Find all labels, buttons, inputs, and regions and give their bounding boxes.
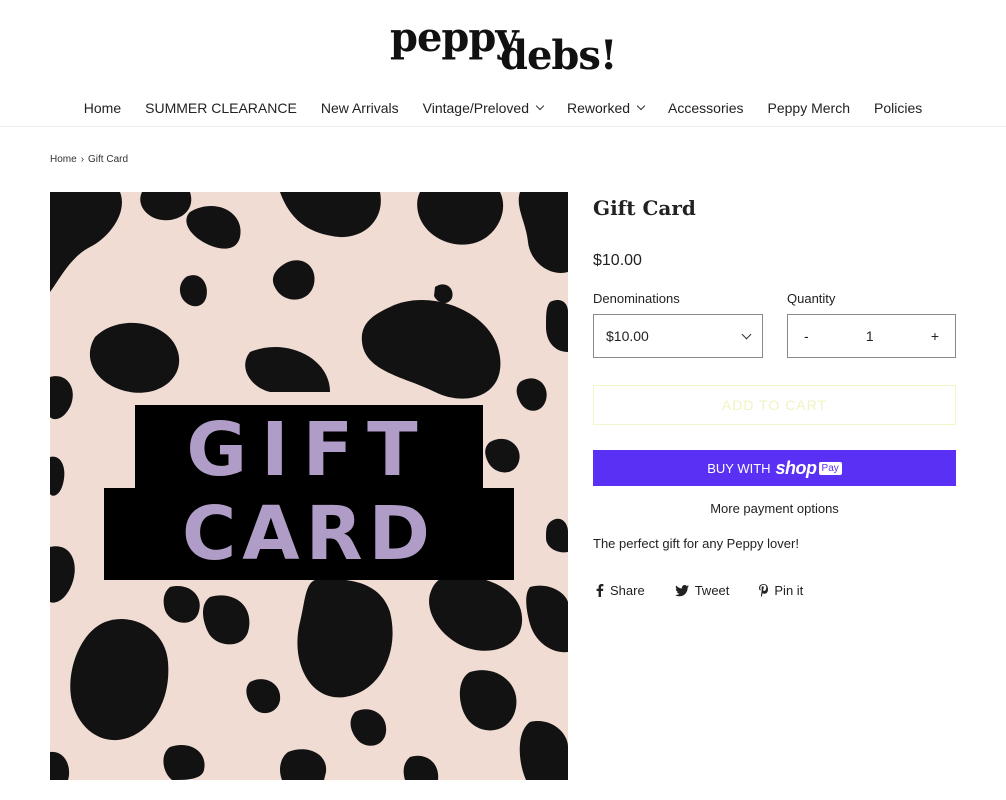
logo-word-peppy: peppy [390, 14, 519, 61]
nav-vintage-preloved-label: Vintage/Preloved [422, 100, 529, 116]
product-price: $10.00 [593, 252, 642, 269]
nav-policies-label: Policies [873, 100, 923, 116]
logo-word-debs: debs! [500, 32, 617, 79]
quantity-label: Quantity [787, 291, 836, 306]
nav-reworked-label: Reworked [567, 100, 631, 116]
pinterest-icon [759, 584, 769, 597]
shop-pay-button[interactable]: BUY WITH shop Pay [593, 450, 956, 486]
nav-peppy-merch[interactable]: Peppy Merch [768, 96, 850, 120]
breadcrumb-separator: › [80, 154, 85, 165]
pin-label: Pin it [774, 583, 804, 598]
denominations-label: Denominations [593, 291, 680, 306]
nav-home-label: Home [83, 100, 122, 116]
gift-card-text-line1: GIFT [186, 407, 432, 493]
main-nav: Home SUMMER CLEARANCE New Arrivals Vinta… [0, 96, 1006, 120]
social-share: Share Tweet Pin it [596, 583, 803, 598]
share-twitter-button[interactable]: Tweet [674, 583, 730, 598]
site-logo[interactable]: peppy debs! [386, 14, 622, 79]
chevron-down-icon [636, 101, 646, 111]
qty-decrement-button[interactable]: - [804, 328, 809, 344]
nav-summer-clearance[interactable]: SUMMER CLEARANCE [145, 96, 297, 120]
nav-summer-clearance-label: SUMMER CLEARANCE [145, 100, 297, 116]
nav-accessories-label: Accessories [668, 100, 744, 116]
denominations-select[interactable]: $10.00 [593, 314, 763, 358]
gift-card-text-line2: CARD [182, 491, 436, 577]
nav-new-arrivals-label: New Arrivals [320, 100, 399, 116]
nav-new-arrivals[interactable]: New Arrivals [321, 96, 399, 120]
nav-policies[interactable]: Policies [874, 96, 922, 120]
nav-accessories[interactable]: Accessories [668, 96, 743, 120]
breadcrumb-home[interactable]: Home [50, 154, 77, 165]
add-to-cart-button[interactable]: ADD TO CART [593, 385, 956, 425]
shop-pay-badge: Pay [818, 461, 842, 475]
product-image[interactable]: GIFT CARD [50, 192, 568, 780]
chevron-down-icon [535, 101, 545, 111]
share-facebook-button[interactable]: Share [596, 583, 645, 598]
nav-reworked[interactable]: Reworked [567, 96, 646, 120]
twitter-icon [674, 584, 689, 596]
denominations-value: $10.00 [606, 328, 649, 344]
breadcrumb-current: Gift Card [88, 154, 129, 165]
quantity-stepper[interactable]: - 1 + [787, 314, 956, 358]
shop-pay-brand: shop [775, 457, 818, 478]
breadcrumb: Home › Gift Card [50, 154, 128, 165]
facebook-icon [596, 584, 604, 597]
shop-pay-prefix: BUY WITH [707, 460, 771, 476]
product-title: Gift Card [593, 196, 696, 220]
nav-vintage-preloved[interactable]: Vintage/Preloved [422, 96, 545, 120]
nav-home[interactable]: Home [84, 96, 121, 120]
nav-peppy-merch-label: Peppy Merch [767, 100, 850, 116]
qty-value[interactable]: 1 [866, 328, 874, 344]
more-payment-options-link[interactable]: More payment options [593, 501, 956, 516]
nav-divider [0, 126, 1006, 127]
tweet-label: Tweet [694, 583, 730, 598]
qty-increment-button[interactable]: + [931, 328, 939, 344]
share-label: Share [610, 583, 645, 598]
product-description: The perfect gift for any Peppy lover! [593, 536, 799, 551]
chevron-down-icon [741, 329, 752, 339]
share-pinterest-button[interactable]: Pin it [759, 583, 803, 598]
